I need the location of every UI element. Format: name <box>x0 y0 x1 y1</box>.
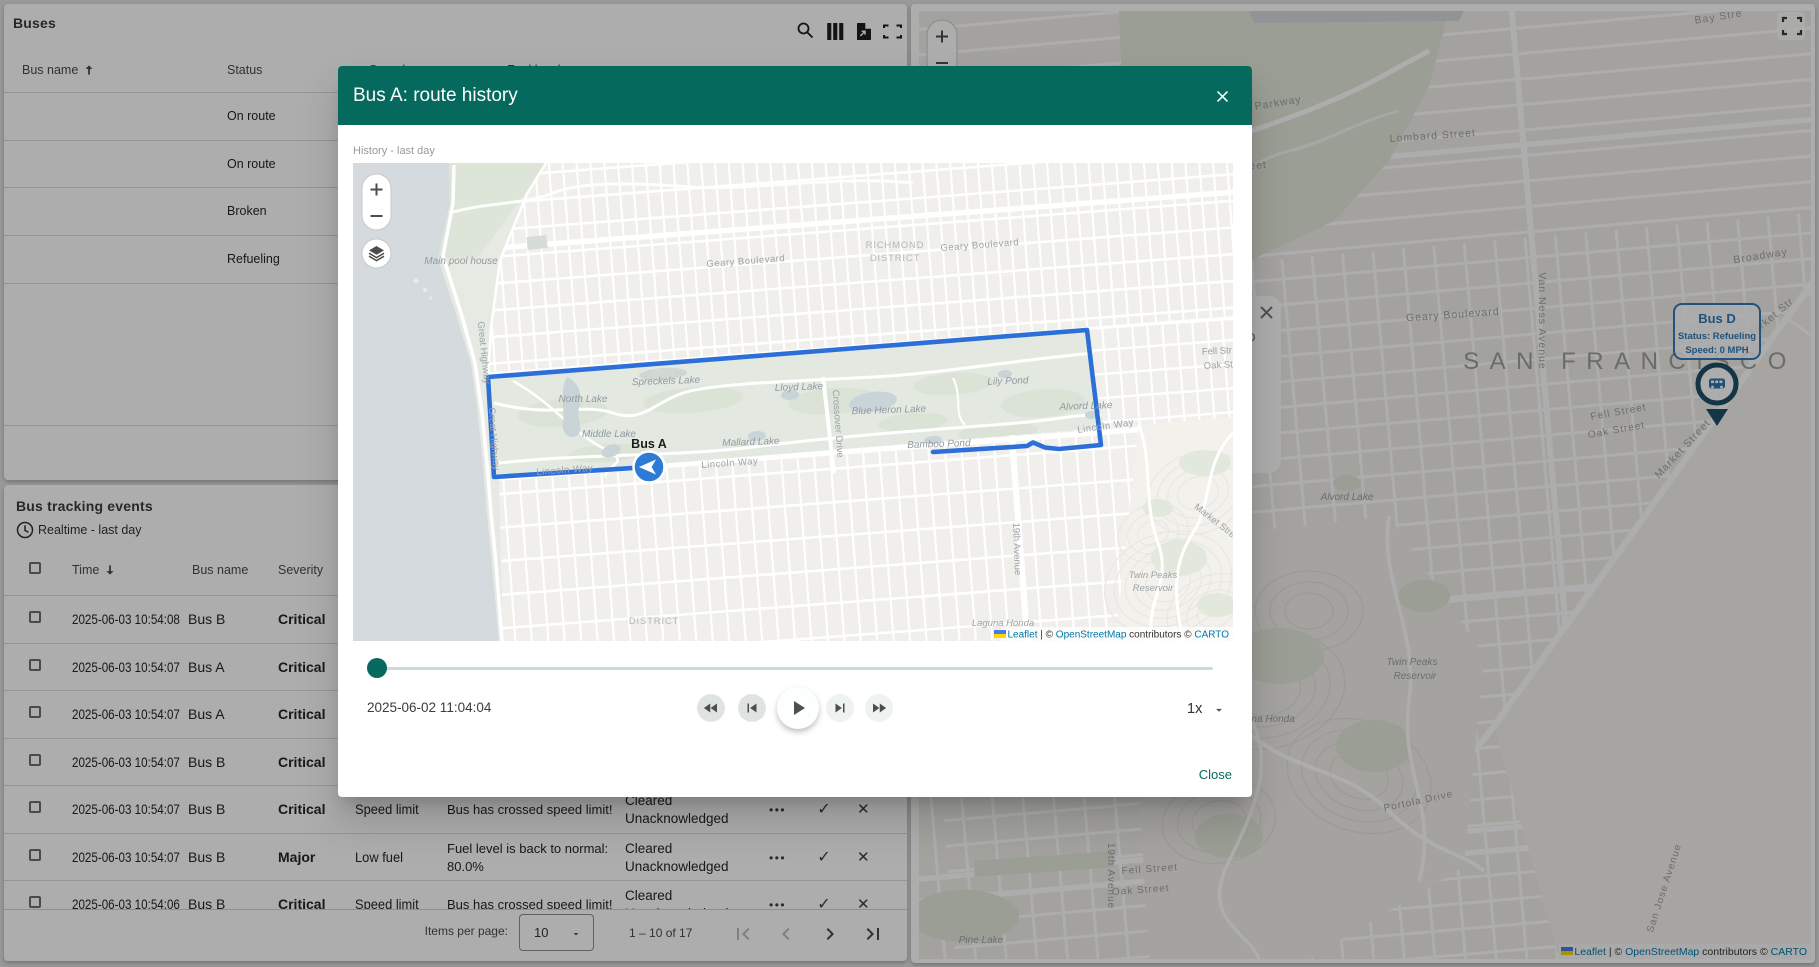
svg-text:Fell Str: Fell Str <box>1202 345 1233 358</box>
svg-text:Mallard Lake: Mallard Lake <box>722 436 780 449</box>
svg-text:Oak Str: Oak Str <box>1204 359 1233 372</box>
svg-text:Twin Peaks: Twin Peaks <box>1129 570 1178 581</box>
svg-text:DISTRICT: DISTRICT <box>629 616 679 627</box>
svg-text:Middle Lake: Middle Lake <box>582 429 636 440</box>
svg-text:Reservoir: Reservoir <box>1133 583 1174 594</box>
svg-text:Alvord Lake: Alvord Lake <box>1058 400 1113 413</box>
svg-text:Leaflet | © OpenStreetMap cont: Leaflet | © OpenStreetMap contributors ©… <box>1007 630 1229 641</box>
svg-text:Lloyd Lake: Lloyd Lake <box>775 381 824 394</box>
svg-text:Lily Pond: Lily Pond <box>987 375 1029 387</box>
svg-text:Main pool house: Main pool house <box>424 256 498 267</box>
svg-text:19th Avenue: 19th Avenue <box>1010 522 1023 575</box>
svg-text:RICHMOND: RICHMOND <box>866 240 925 251</box>
svg-text:Bamboo Pond: Bamboo Pond <box>907 438 971 451</box>
svg-text:North Lake: North Lake <box>559 394 608 405</box>
svg-text:Bus A: Bus A <box>631 437 667 451</box>
svg-text:DISTRICT: DISTRICT <box>870 253 920 264</box>
